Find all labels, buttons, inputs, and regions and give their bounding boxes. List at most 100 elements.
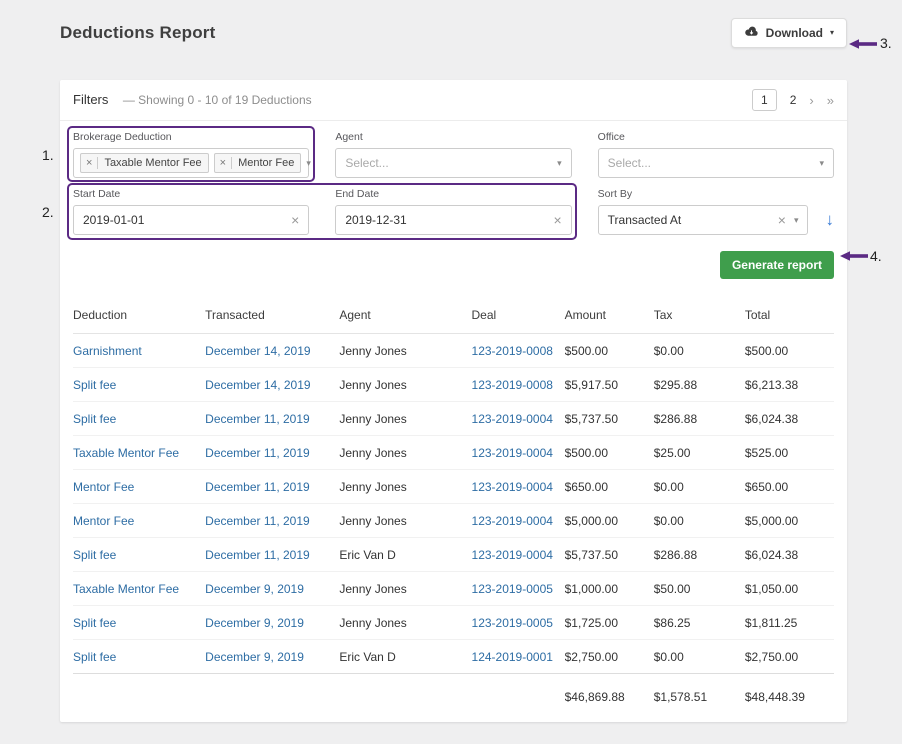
clear-icon[interactable]: × [553, 213, 561, 227]
transacted-date-link[interactable]: December 11, 2019 [205, 480, 310, 494]
deduction-link[interactable]: Taxable Mentor Fee [73, 446, 179, 460]
transacted-date-link[interactable]: December 11, 2019 [205, 412, 310, 426]
table-cell: Eric Van D [339, 639, 472, 674]
annotation-arrow-4 [840, 251, 868, 261]
amount-value: $5,917.50 [564, 378, 619, 392]
deduction-link[interactable]: Split fee [73, 412, 116, 426]
deduction-link[interactable]: Split fee [73, 548, 116, 562]
transacted-date-link[interactable]: December 9, 2019 [205, 616, 304, 630]
table-cell: Eric Van D [339, 537, 472, 572]
deductions-report-page: Deductions Report Download ▾ Filters — S… [0, 0, 902, 744]
deduction-link[interactable]: Mentor Fee [73, 514, 134, 528]
deduction-link[interactable]: Split fee [73, 650, 116, 664]
table-cell: $0.00 [653, 639, 745, 674]
deal-number-link[interactable]: 124-2019-0001 [472, 650, 553, 664]
table-cell: 123-2019-0008 [471, 333, 565, 368]
table-cell: $50.00 [653, 571, 745, 606]
office-select[interactable]: Select... ▾ [597, 148, 834, 178]
table-cell: December 11, 2019 [205, 537, 340, 572]
transacted-date-link[interactable]: December 9, 2019 [205, 582, 304, 596]
transacted-date-link[interactable]: December 11, 2019 [205, 514, 310, 528]
table-row: Taxable Mentor Fee December 9, 2019 Jenny … [73, 571, 834, 606]
table-cell: $500.00 [744, 333, 834, 368]
column-header-tax: Tax [653, 295, 745, 334]
last-page-button[interactable]: » [827, 93, 834, 108]
table-cell [205, 674, 339, 711]
table-cell: Jenny Jones [339, 333, 472, 368]
chevron-down-icon: ▾ [557, 157, 562, 168]
page-2-button[interactable]: 2 [790, 93, 797, 107]
sort-direction-descending-icon[interactable]: ↓ [825, 210, 834, 230]
start-date-filter: Start Date 2019-01-01 × [73, 188, 310, 235]
remove-tag-icon[interactable]: × [215, 157, 233, 169]
start-date-label: Start Date [73, 188, 121, 200]
transacted-date-link[interactable]: December 11, 2019 [205, 548, 310, 562]
table-cell: December 11, 2019 [205, 503, 340, 538]
column-header-transacted: Transacted [205, 295, 340, 334]
sort-by-select[interactable]: Transacted At × ▾ [597, 205, 809, 235]
annotation-number-4: 4. [870, 248, 882, 264]
amount-value: $500.00 [564, 344, 609, 358]
deal-number-link[interactable]: 123-2019-0008 [472, 378, 553, 392]
transacted-date-link[interactable]: December 11, 2019 [205, 446, 310, 460]
total-value: $6,024.38 [744, 412, 799, 426]
deduction-link[interactable]: Mentor Fee [73, 480, 134, 494]
table-cell: Taxable Mentor Fee [73, 571, 206, 606]
remove-tag-icon[interactable]: × [81, 157, 99, 169]
deal-number-link[interactable]: 123-2019-0008 [472, 344, 553, 358]
agent-name: Eric Van D [339, 548, 396, 562]
filter-row-1: Brokerage Deduction × Taxable Mentor Fee… [73, 131, 834, 178]
deal-number-link[interactable]: 123-2019-0005 [472, 582, 553, 596]
office-filter: Office Select... ▾ [597, 131, 834, 178]
page-1-button[interactable]: 1 [752, 89, 777, 111]
end-date-input[interactable]: 2019-12-31 × [335, 205, 572, 235]
total-value: $5,000.00 [744, 514, 799, 528]
column-header-deduction: Deduction [73, 295, 206, 334]
start-date-input[interactable]: 2019-01-01 × [73, 205, 310, 235]
table-cell: 123-2019-0005 [471, 605, 565, 640]
download-button[interactable]: Download ▾ [730, 18, 847, 48]
agent-select[interactable]: Select... ▾ [335, 148, 572, 178]
tax-value: $286.88 [653, 548, 698, 562]
deduction-link[interactable]: Split fee [73, 378, 116, 392]
column-header-total: Total [744, 295, 834, 334]
chevron-down-icon: ▾ [793, 214, 799, 225]
chevron-down-icon: ▾ [829, 28, 834, 37]
end-date-filter: End Date 2019-12-31 × [335, 188, 572, 235]
table-row: Split fee December 9, 2019 Jenny Jones 123-… [73, 605, 834, 640]
transacted-date-link[interactable]: December 9, 2019 [205, 650, 304, 664]
card-header-left: Filters — Showing 0 - 10 of 19 Deduction… [73, 91, 312, 109]
next-page-button[interactable]: › [809, 93, 813, 108]
amount-value: $500.00 [564, 446, 609, 460]
deduction-link[interactable]: Split fee [73, 616, 116, 630]
deduction-link[interactable]: Taxable Mentor Fee [73, 582, 179, 596]
agent-name: Jenny Jones [339, 378, 407, 392]
table-cell: Split fee [73, 537, 206, 572]
table-cell: December 11, 2019 [205, 401, 340, 436]
table-row: Split fee December 11, 2019 Jenny Jones 123… [73, 401, 834, 436]
transacted-date-link[interactable]: December 14, 2019 [205, 378, 310, 392]
transacted-date-link[interactable]: December 14, 2019 [205, 344, 310, 358]
deal-number-link[interactable]: 123-2019-0004 [472, 412, 553, 426]
generate-report-button[interactable]: Generate report [719, 251, 834, 279]
clear-icon[interactable]: × [291, 213, 299, 227]
tax-value: $0.00 [653, 344, 684, 358]
table-cell: 123-2019-0008 [471, 367, 565, 402]
deal-number-link[interactable]: 123-2019-0004 [472, 514, 553, 528]
table-cell: December 14, 2019 [205, 333, 340, 368]
table-cell: 123-2019-0004 [471, 469, 565, 504]
deal-number-link[interactable]: 123-2019-0004 [472, 446, 553, 460]
table-cell: 123-2019-0004 [471, 537, 565, 572]
table-cell: December 9, 2019 [205, 605, 340, 640]
deal-number-link[interactable]: 123-2019-0005 [472, 616, 553, 630]
deal-number-link[interactable]: 123-2019-0004 [472, 548, 553, 562]
deal-number-link[interactable]: 123-2019-0004 [472, 480, 553, 494]
deduction-link[interactable]: Garnishment [73, 344, 142, 358]
office-label: Office [597, 131, 625, 143]
deductions-table-body: Garnishment December 14, 2019 Jenny Jones 1… [73, 333, 834, 674]
table-cell: $5,000.00 [564, 503, 654, 538]
clear-icon[interactable]: × [778, 213, 786, 227]
sort-by-value: Transacted At [607, 213, 682, 227]
brokerage-deduction-select[interactable]: × Taxable Mentor Fee × Mentor Fee ▾ [73, 148, 311, 178]
table-cell: $295.88 [653, 367, 745, 402]
